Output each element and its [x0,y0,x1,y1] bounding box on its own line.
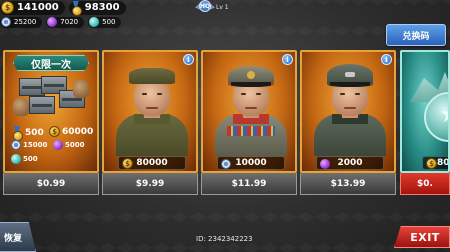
medal-amount: 98300 [84,2,120,13]
commander-portrait [211,62,291,156]
gold-amount: 141000 [17,2,59,13]
bundle-medals: 500 [11,126,44,141]
sandbag-icon [73,80,89,98]
garrison-cap [129,68,175,84]
gold-coin-icon: $ [49,126,60,137]
resource-bar-secondary: 25200 7020 500 [0,16,125,28]
exit-button[interactable]: EXIT [394,226,450,248]
hq-badge[interactable]: HQ [195,0,215,13]
user-id-label: ID: 2342342223 [196,235,253,243]
gold-coin-icon: $ [122,158,133,169]
mouth [344,107,356,109]
bundle-diamonds: 500 [11,154,38,164]
oil-drop-icon [320,159,330,169]
mouth [146,107,158,109]
offer-cost: $ 80 [422,156,450,170]
cap-visor [231,82,271,87]
medal-ribbons [227,126,275,136]
commander-cost-amount: 10000 [235,158,267,168]
mouth [245,107,257,109]
bundle-card[interactable]: 仅限一次 500 $ 60000 15000 5000 500 $0.99 [3,50,99,195]
cap-badge [247,71,255,79]
medal-icon [11,126,23,141]
commander-price-button[interactable]: $11.99 [201,173,297,195]
supply-crates-image [11,76,91,120]
eye [256,93,261,95]
gear-icon [221,159,231,169]
offer-cost-amount: 80 [437,158,450,168]
restore-purchases-button[interactable]: 恢复 [0,222,36,252]
medal-resource: 98300 [68,0,126,16]
bundle-gold: $ 60000 [49,126,93,137]
offer-card-art: $ 80 [400,50,450,173]
bundle-gears-amount: 15000 [23,141,48,149]
commander-cost: 2000 [316,156,384,170]
oil-resource: 7020 [46,16,85,28]
redeem-code-button[interactable]: 兑换码 [386,24,446,46]
bundle-title: 仅限一次 [13,55,89,71]
diamond-resource: 500 [88,16,122,28]
medal-icon [70,1,82,16]
gold-coin-icon: $ [1,1,14,14]
commander-card-1[interactable]: i $ 80000 $9.99 [102,50,198,195]
gear-amount: 25200 [14,18,37,26]
bundle-medals-amount: 500 [25,127,44,138]
commander-price-button[interactable]: $9.99 [102,173,198,195]
eye [241,93,246,95]
commander-card-art: i 10000 [201,50,297,173]
crate-icon [29,96,55,114]
bundle-price-button[interactable]: $0.99 [3,173,99,195]
eye [355,93,360,95]
partial-offer-card[interactable]: $ 80 $0. [400,50,450,195]
commander-card-art: i $ 80000 [102,50,198,173]
gear-icon [1,17,11,27]
oil-drop-icon [47,17,58,27]
commander-cost: 10000 [217,156,285,170]
offer-price-button[interactable]: $0. [400,173,450,195]
hq-level: Lv 1 [216,4,229,11]
sandbag-icon [13,98,29,116]
commander-card-2[interactable]: i 10000 $11.99 [201,50,297,195]
commander-cost-amount: 80000 [136,158,168,168]
commander-price-button[interactable]: $13.99 [300,173,396,195]
eye [142,93,147,95]
gold-resource: $ 141000 [0,0,65,15]
commander-portrait [310,62,390,156]
cap-visor [330,82,370,87]
bundle-diamonds-amount: 500 [23,155,38,163]
bundle-oil: 5000 [53,140,84,150]
diamond-icon [11,154,21,164]
eye [157,93,162,95]
eye [340,93,345,95]
gear-resource: 25200 [0,16,43,28]
diamond-icon [89,17,100,27]
commander-portrait [112,62,192,156]
cap-badge [345,72,355,77]
resource-bar-top: $ 141000 98300 [0,0,130,16]
commander-cost-amount: 2000 [337,158,363,168]
hq-icon: HQ [199,0,211,12]
commander-cost: $ 80000 [118,156,186,170]
diamond-amount: 500 [102,18,116,26]
commander-card-3[interactable]: i 2000 $13.99 [300,50,396,195]
bundle-gold-amount: 60000 [62,126,94,137]
gold-coin-icon: $ [426,158,437,169]
oil-amount: 7020 [60,18,79,26]
oil-drop-icon [53,140,63,150]
commander-card-art: i 2000 [300,50,396,173]
bundle-card-art: 仅限一次 500 $ 60000 15000 5000 500 [3,50,99,173]
bundle-gears: 15000 [11,140,47,150]
bundle-oil-amount: 5000 [65,141,85,149]
gear-icon [11,140,21,150]
